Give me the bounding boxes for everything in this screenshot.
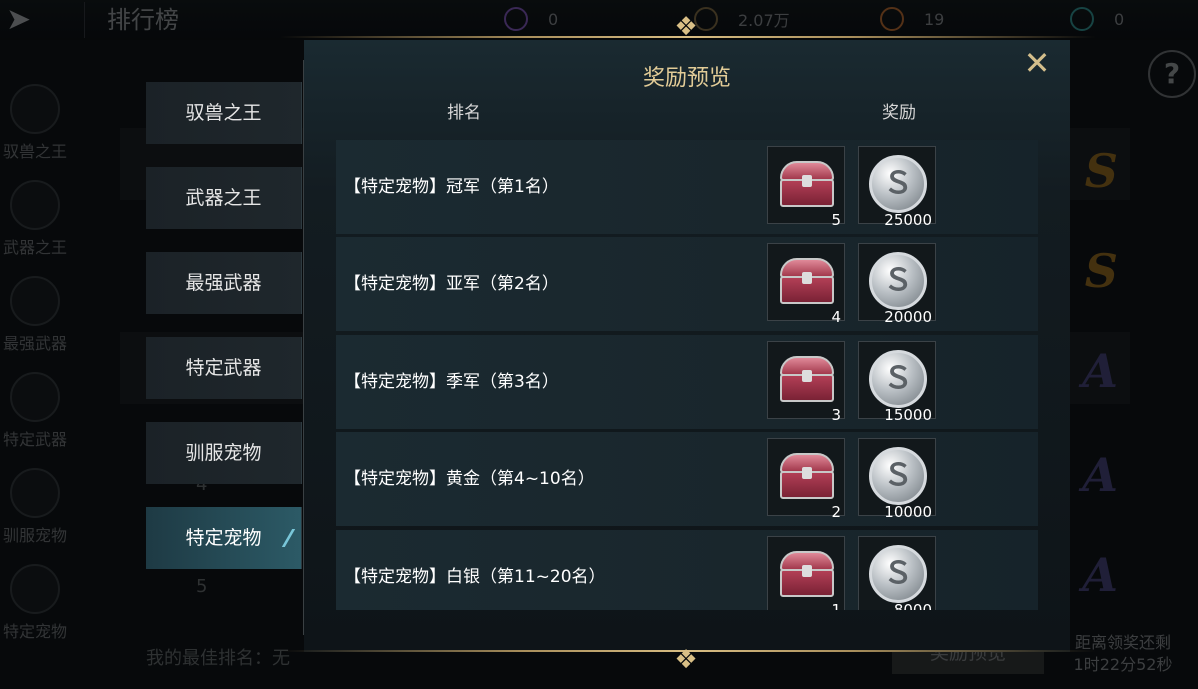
coin-item-slot[interactable]: Ｓ 25000 [858,146,936,229]
silver-coin-icon: Ｓ [869,252,927,310]
silver-coin-icon: Ｓ [869,545,927,603]
dialog-title: 奖励预览 [642,66,731,91]
coin-amount: 20000 [884,308,932,326]
reward-category-tabs: 驭兽之王 武器之王 最强武器 特定武器 驯服宠物 特定宠物 [0,60,304,634]
silver-coin-icon: Ｓ [869,155,927,213]
reward-list[interactable]: 【特定宠物】冠军（第1名） 5 Ｓ 25000 【特定宠物】亚军（第2名） 4 … [336,140,1038,610]
reward-row-label: 【特定宠物】冠军（第1名） [344,177,559,197]
tab-specific-weapon[interactable]: 特定武器 [146,337,302,399]
chest-count: 4 [831,308,841,326]
header-reward: 奖励 [882,103,916,123]
close-icon[interactable]: ✕ [1022,47,1052,79]
treasure-chest-icon [780,161,834,207]
bottom-ornament-icon: ❖ [674,645,698,675]
coin-item-slot[interactable]: Ｓ 10000 [858,438,936,521]
chest-count: 5 [831,211,841,229]
tab-specific-pet[interactable]: 特定宠物 [146,507,302,569]
coin-amount: 15000 [884,406,932,424]
tab-weapon-king[interactable]: 武器之王 [146,167,302,229]
treasure-chest-icon [780,356,834,402]
reward-row: 【特定宠物】季军（第3名） 3 Ｓ 15000 [336,335,1038,429]
reward-row-label: 【特定宠物】黄金（第4~10名） [344,469,595,489]
chest-item-slot[interactable]: 4 [767,243,845,326]
chest-item-slot[interactable]: 5 [767,146,845,229]
chest-item-slot[interactable]: 1 [767,536,845,610]
treasure-chest-icon [780,453,834,499]
coin-amount: 10000 [884,503,932,521]
coin-amount: 25000 [884,211,932,229]
tab-beast-king[interactable]: 驭兽之王 [146,82,302,144]
chest-count: 1 [831,601,841,610]
reward-row-label: 【特定宠物】白银（第11~20名） [344,567,606,587]
treasure-chest-icon [780,551,834,597]
reward-row-label: 【特定宠物】亚军（第2名） [344,274,559,294]
coin-amount: 8000 [893,601,932,610]
chest-count: 2 [831,503,841,521]
reward-row: 【特定宠物】白银（第11~20名） 1 Ｓ 8000 [336,530,1038,610]
chest-item-slot[interactable]: 2 [767,438,845,521]
treasure-chest-icon [780,258,834,304]
silver-coin-icon: Ｓ [869,447,927,505]
tab-strongest-weapon[interactable]: 最强武器 [146,252,302,314]
header-rank: 排名 [447,103,481,123]
reward-row: 【特定宠物】亚军（第2名） 4 Ｓ 20000 [336,237,1038,331]
reward-row: 【特定宠物】冠军（第1名） 5 Ｓ 25000 [336,140,1038,234]
chest-item-slot[interactable]: 3 [767,341,845,424]
coin-item-slot[interactable]: Ｓ 8000 [858,536,936,610]
chest-count: 3 [831,406,841,424]
top-ornament-icon: ❖ [674,12,698,42]
silver-coin-icon: Ｓ [869,350,927,408]
coin-item-slot[interactable]: Ｓ 20000 [858,243,936,326]
tab-tamed-pet[interactable]: 驯服宠物 [146,422,302,484]
coin-item-slot[interactable]: Ｓ 15000 [858,341,936,424]
reward-row: 【特定宠物】黄金（第4~10名） 2 Ｓ 10000 [336,432,1038,526]
reward-row-label: 【特定宠物】季军（第3名） [344,372,559,392]
